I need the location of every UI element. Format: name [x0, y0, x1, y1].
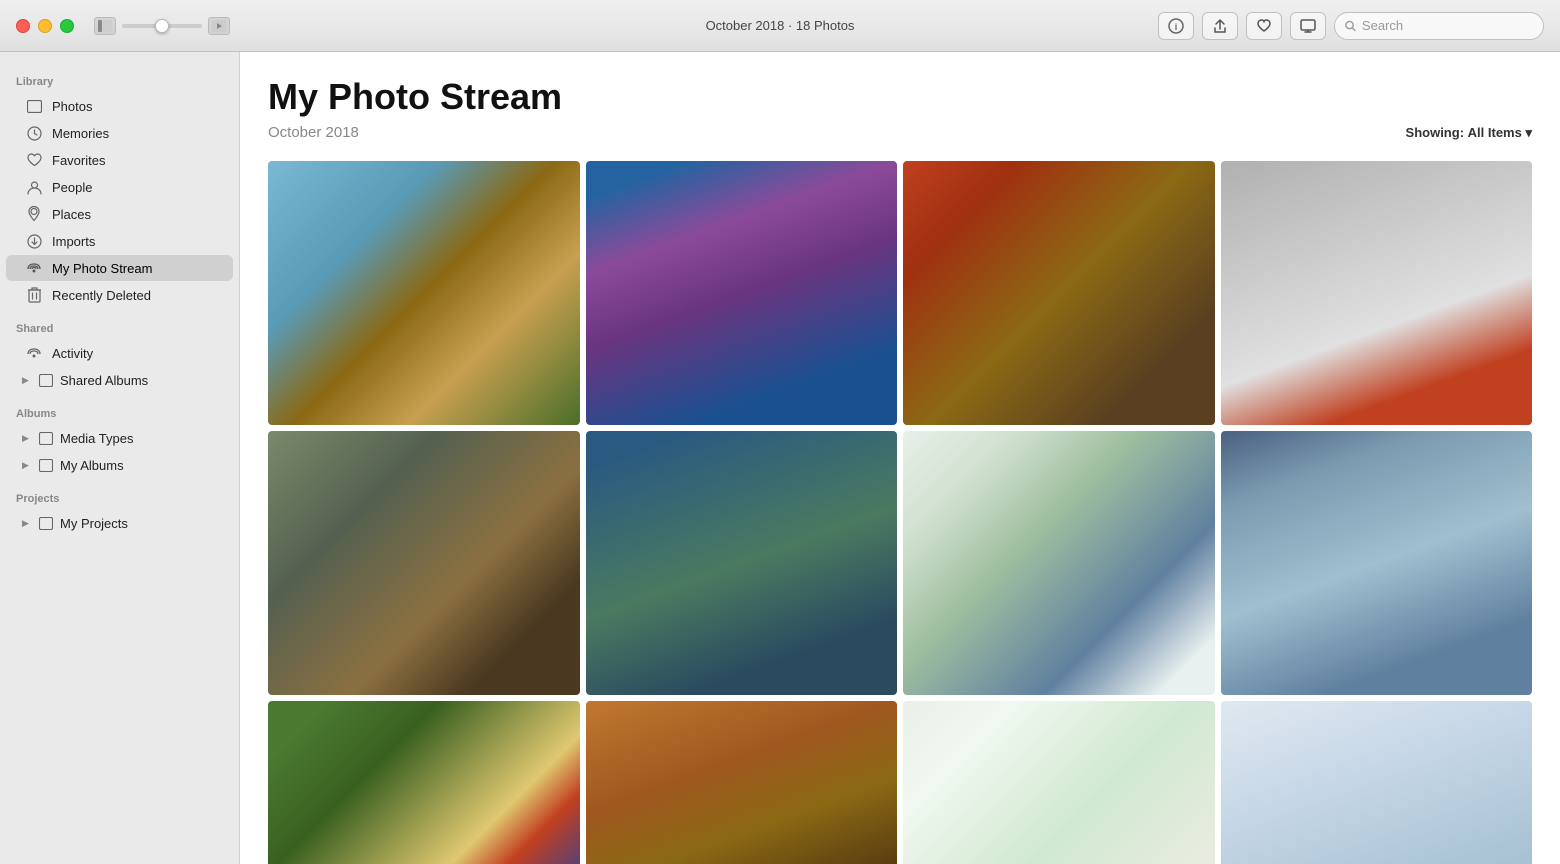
sidebar-item-label-photos: Photos [52, 99, 92, 114]
recently-deleted-icon [26, 287, 42, 303]
sidebar-item-label-people: People [52, 180, 92, 195]
projects-section-label: Projects [0, 479, 239, 509]
photos-icon [26, 98, 42, 114]
sidebar-item-imports[interactable]: Imports [6, 228, 233, 254]
shared-albums-expand-icon: ▶ [22, 375, 32, 386]
slider-area [94, 17, 230, 35]
showing-chevron: ▾ [1525, 125, 1532, 140]
share-button[interactable] [1202, 12, 1238, 40]
memories-icon [26, 125, 42, 141]
sidebar-item-label-media-types: Media Types [60, 431, 133, 446]
my-albums-icon [38, 457, 54, 473]
photo-cell-5[interactable] [268, 431, 580, 695]
activity-icon [26, 345, 42, 361]
photo-cell-1[interactable] [268, 161, 580, 425]
zoom-slider[interactable] [122, 24, 202, 28]
photo-cell-9[interactable] [268, 701, 580, 864]
sidebar-item-photos[interactable]: Photos [6, 93, 233, 119]
photo-cell-11[interactable] [903, 701, 1215, 864]
sidebar-item-label-places: Places [52, 207, 91, 222]
titlebar-center-text: October 2018 · 18 Photos [706, 18, 855, 33]
svg-text:i: i [1175, 22, 1178, 32]
photo-cell-4[interactable] [1221, 161, 1533, 425]
close-button[interactable] [16, 19, 30, 33]
sidebar-item-memories[interactable]: Memories [6, 120, 233, 146]
content-title: My Photo Stream [268, 76, 1532, 118]
sidebar-item-label-recently-deleted: Recently Deleted [52, 288, 151, 303]
zoom-slider-thumb[interactable] [155, 19, 169, 33]
slideshow-button[interactable] [208, 17, 230, 35]
shared-section-label: Shared [0, 309, 239, 339]
sidebar-item-favorites[interactable]: Favorites [6, 147, 233, 173]
search-box[interactable] [1334, 12, 1544, 40]
sidebar-item-label-shared-albums: Shared Albums [60, 373, 148, 388]
shared-albums-icon [38, 372, 54, 388]
sidebar-item-recently-deleted[interactable]: Recently Deleted [6, 282, 233, 308]
content-date: October 2018 [268, 124, 359, 141]
titlebar: October 2018 · 18 Photos i [0, 0, 1560, 52]
favorite-button[interactable] [1246, 12, 1282, 40]
media-types-expand-icon: ▶ [22, 433, 32, 444]
my-projects-expand-icon: ▶ [22, 518, 32, 529]
sidebar-item-my-projects[interactable]: ▶ My Projects [6, 510, 233, 536]
content-subtitle-row: October 2018 Showing: All Items ▾ [268, 124, 1532, 141]
sidebar-item-activity[interactable]: Activity [6, 340, 233, 366]
sidebar-item-label-my-photo-stream: My Photo Stream [52, 261, 152, 276]
content-area: My Photo Stream October 2018 Showing: Al… [240, 52, 1560, 864]
maximize-button[interactable] [60, 19, 74, 33]
sidebar-item-label-memories: Memories [52, 126, 109, 141]
media-types-icon [38, 430, 54, 446]
photo-cell-6[interactable] [586, 431, 898, 695]
sidebar-item-my-albums[interactable]: ▶ My Albums [6, 452, 233, 478]
showing-value: All Items [1468, 125, 1522, 140]
photo-cell-2[interactable] [586, 161, 898, 425]
slideshow-tb-button[interactable] [1290, 12, 1326, 40]
my-photo-stream-icon [26, 260, 42, 276]
albums-section-label: Albums [0, 394, 239, 424]
sidebar-item-my-photo-stream[interactable]: My Photo Stream [6, 255, 233, 281]
sidebar: Library Photos Memories Favorites [0, 52, 240, 864]
my-albums-expand-icon: ▶ [22, 460, 32, 471]
info-button[interactable]: i [1158, 12, 1194, 40]
showing-selector[interactable]: Showing: All Items ▾ [1406, 125, 1532, 141]
people-icon [26, 179, 42, 195]
main-layout: Library Photos Memories Favorites [0, 52, 1560, 864]
photo-grid [268, 161, 1532, 864]
sidebar-item-label-imports: Imports [52, 234, 95, 249]
sidebar-item-shared-albums[interactable]: ▶ Shared Albums [6, 367, 233, 393]
my-projects-icon [38, 515, 54, 531]
photo-cell-8[interactable] [1221, 431, 1533, 695]
showing-label: Showing: [1406, 125, 1465, 140]
titlebar-title: October 2018 · 18 Photos [706, 18, 855, 33]
window-controls [16, 19, 74, 33]
places-icon [26, 206, 42, 222]
sidebar-item-label-my-projects: My Projects [60, 516, 128, 531]
sidebar-toggle-button[interactable] [94, 17, 116, 35]
sidebar-item-people[interactable]: People [6, 174, 233, 200]
sidebar-item-label-activity: Activity [52, 346, 93, 361]
photo-cell-10[interactable] [586, 701, 898, 864]
photo-cell-3[interactable] [903, 161, 1215, 425]
minimize-button[interactable] [38, 19, 52, 33]
imports-icon [26, 233, 42, 249]
search-input[interactable] [1362, 18, 1533, 33]
sidebar-item-media-types[interactable]: ▶ Media Types [6, 425, 233, 451]
sidebar-item-label-favorites: Favorites [52, 153, 105, 168]
sidebar-item-places[interactable]: Places [6, 201, 233, 227]
photo-cell-12[interactable] [1221, 701, 1533, 864]
photo-cell-7[interactable] [903, 431, 1215, 695]
favorites-icon [26, 152, 42, 168]
search-icon [1345, 20, 1356, 32]
sidebar-item-label-my-albums: My Albums [60, 458, 124, 473]
library-section-label: Library [0, 62, 239, 92]
titlebar-right: i [1158, 12, 1544, 40]
